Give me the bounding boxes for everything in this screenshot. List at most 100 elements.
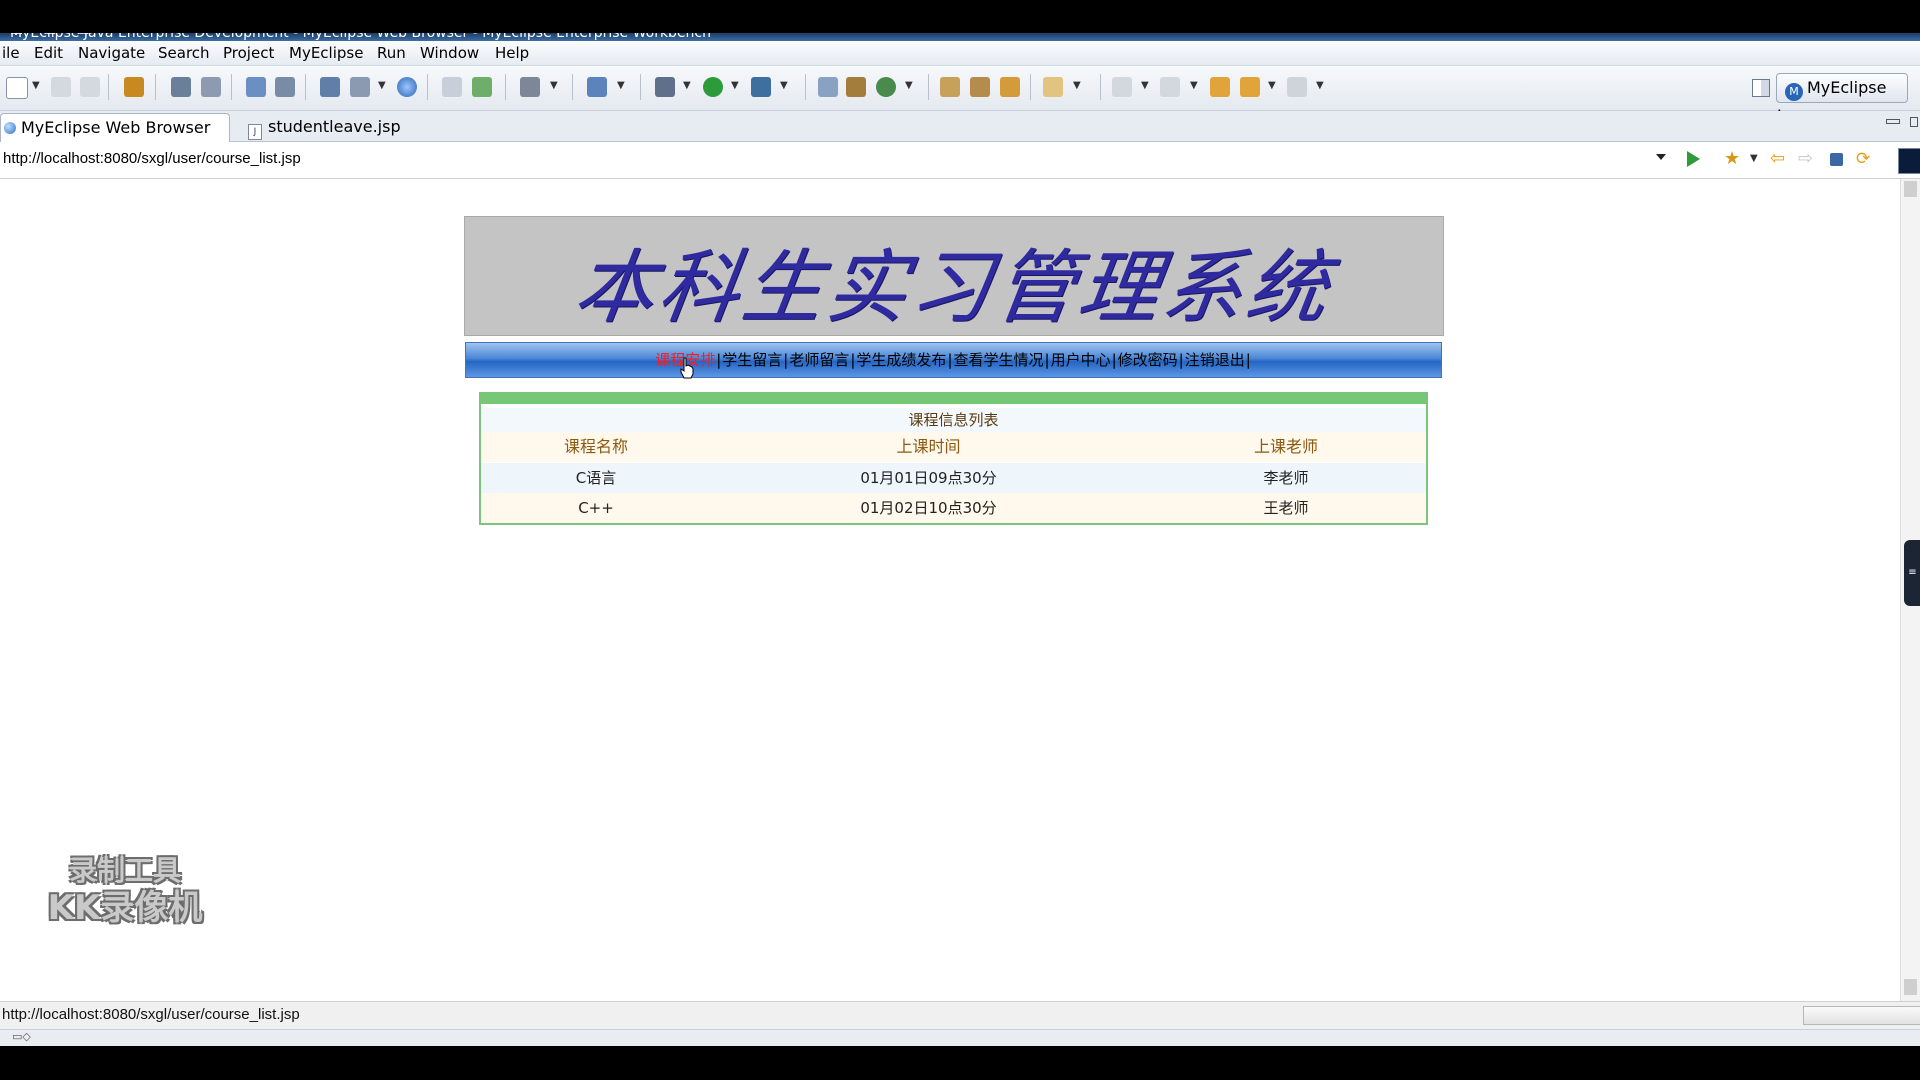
menu-search[interactable]: Search: [158, 44, 210, 62]
nav-separator: |: [947, 351, 953, 369]
new-class-icon[interactable]: [587, 77, 607, 97]
open-type-icon[interactable]: [940, 77, 960, 97]
maximize-icon[interactable]: [1910, 117, 1918, 127]
camera-icon[interactable]: [520, 77, 540, 97]
undeploy-icon[interactable]: [275, 77, 295, 97]
scroll-up-arrow[interactable]: [1904, 181, 1917, 197]
menu-window[interactable]: Window: [420, 44, 479, 62]
new-dropdown-icon[interactable]: ▼: [32, 80, 40, 91]
open-task-icon[interactable]: [1000, 77, 1020, 97]
stop-icon[interactable]: [1830, 153, 1843, 166]
vertical-scrollbar[interactable]: ≡: [1900, 179, 1920, 1001]
menu-navigate[interactable]: Navigate: [78, 44, 145, 62]
run-dropdown-icon[interactable]: ▼: [731, 80, 739, 91]
toolbar-separator: [305, 74, 306, 100]
open-folder-icon[interactable]: [442, 77, 462, 97]
side-panel-handle[interactable]: ≡: [1904, 540, 1920, 606]
run-server-icon[interactable]: [350, 77, 370, 97]
camera-dropdown-icon[interactable]: ▼: [550, 80, 558, 91]
new-icon[interactable]: [6, 77, 28, 99]
go-icon[interactable]: [1687, 151, 1700, 167]
browser-back-icon[interactable]: ⇦: [1770, 150, 1786, 168]
print-icon[interactable]: [80, 77, 100, 97]
course-list-panel: 课程信息列表 课程名称 上课时间 上课老师 C语言 01月01日09点30分 李…: [479, 392, 1428, 525]
nav-user-center[interactable]: 用户中心: [1051, 351, 1111, 369]
menu-myeclipse[interactable]: MyEclipse: [289, 44, 363, 62]
web-project-icon[interactable]: [818, 77, 838, 97]
servers-icon[interactable]: [320, 77, 340, 97]
perspective-button[interactable]: MMyEclipse J...: [1776, 73, 1908, 125]
debug-dropdown-icon[interactable]: ▼: [683, 80, 691, 91]
ejb-icon[interactable]: [846, 77, 866, 97]
toolbar-separator: [640, 74, 641, 100]
favorites-dropdown-icon[interactable]: ▼: [1750, 153, 1758, 164]
menu-run[interactable]: Run: [377, 44, 406, 62]
url-input[interactable]: [0, 146, 1675, 172]
url-history-dropdown-icon[interactable]: [1656, 154, 1666, 160]
package-icon[interactable]: [124, 77, 144, 97]
menu-help[interactable]: Help: [495, 44, 529, 62]
deploy-icon[interactable]: [246, 77, 266, 97]
search-file-icon[interactable]: [1043, 77, 1063, 97]
back-icon[interactable]: [1240, 77, 1260, 97]
prev-annotation-icon[interactable]: [1160, 77, 1180, 97]
table-cell: C++: [578, 499, 614, 517]
browser-globe-icon[interactable]: [397, 77, 417, 97]
new-class-dropdown-icon[interactable]: ▼: [617, 80, 625, 91]
screen: MyEclipse Java Enterprise Development - …: [0, 0, 1920, 1080]
browser-forward-icon[interactable]: ⇨: [1798, 150, 1814, 168]
tab-studentleave-jsp[interactable]: Jstudentleave.jsp: [240, 113, 410, 141]
nav-change-password[interactable]: 修改密码: [1118, 351, 1178, 369]
server-icon[interactable]: [171, 77, 191, 97]
menu-file[interactable]: ile: [2, 44, 20, 62]
save-icon[interactable]: [51, 77, 71, 97]
last-edit-icon[interactable]: [1210, 77, 1230, 97]
menu-project[interactable]: Project: [223, 44, 274, 62]
nav-teacher-messages[interactable]: 老师留言: [789, 351, 849, 369]
next-annotation-icon[interactable]: [1112, 77, 1132, 97]
nav-view-students[interactable]: 查看学生情况: [954, 351, 1044, 369]
menu-edit[interactable]: Edit: [34, 44, 63, 62]
open-perspective-icon[interactable]: [1752, 79, 1770, 97]
fast-view-icon[interactable]: ▭◇: [12, 1030, 31, 1043]
run-icon[interactable]: [703, 77, 723, 97]
tab-web-browser[interactable]: MyEclipse Web Browser✕: [0, 113, 230, 165]
server-dropdown-icon[interactable]: ▼: [378, 80, 386, 91]
minimize-icon[interactable]: [1886, 119, 1900, 124]
nav-publish-grades[interactable]: 学生成绩发布: [856, 351, 946, 369]
favorites-icon[interactable]: ★: [1724, 150, 1740, 168]
table-cell: 李老师: [1263, 469, 1309, 487]
refresh-green-icon[interactable]: [876, 77, 896, 97]
editor-tabs: MyEclipse Web Browser✕ Jstudentleave.jsp: [0, 111, 1920, 165]
add-icon[interactable]: [472, 77, 492, 97]
prev-annotation-dropdown-icon[interactable]: ▼: [1190, 80, 1198, 91]
web-page: 本科生实习管理系统 课程安排|学生留言|老师留言|学生成绩发布|查看学生情况|用…: [0, 179, 1900, 1001]
myeclipse-logo-icon: M: [1785, 83, 1803, 101]
search-dropdown-icon[interactable]: ▼: [1073, 80, 1081, 91]
nav-logout[interactable]: 注销退出: [1185, 351, 1245, 369]
back-dropdown-icon[interactable]: ▼: [1268, 80, 1276, 91]
nav-separator: |: [1044, 351, 1050, 369]
view-menu-icon[interactable]: [1898, 148, 1920, 174]
toolbar-separator: [1100, 74, 1101, 100]
forward-dropdown-icon[interactable]: ▼: [1316, 80, 1324, 91]
refresh-dropdown-icon[interactable]: ▼: [905, 80, 913, 91]
browser-refresh-icon[interactable]: ⟳: [1856, 151, 1872, 168]
debug-icon[interactable]: [655, 77, 675, 97]
workbench-status-bar: ▭◇: [0, 1029, 1920, 1046]
site-title: 本科生实习管理系统: [568, 241, 1338, 334]
status-url: http://localhost:8080/sxgl/user/course_l…: [2, 1006, 300, 1023]
lock-icon[interactable]: [201, 77, 221, 97]
window-controls[interactable]: ▭▭▭: [10, 33, 1910, 38]
external-tools-icon[interactable]: [751, 77, 771, 97]
forward-icon[interactable]: [1287, 77, 1307, 97]
pen-icon[interactable]: [970, 77, 990, 97]
nav-separator: |: [783, 351, 789, 369]
external-tools-dropdown-icon[interactable]: ▼: [780, 80, 788, 91]
next-annotation-dropdown-icon[interactable]: ▼: [1141, 80, 1149, 91]
nav-student-messages[interactable]: 学生留言: [722, 351, 782, 369]
column-header: 上课时间: [896, 437, 961, 456]
table-header-row: 课程名称 上课时间 上课老师: [481, 432, 1426, 462]
nav-separator: |: [1111, 351, 1117, 369]
scroll-down-arrow[interactable]: [1904, 979, 1917, 995]
